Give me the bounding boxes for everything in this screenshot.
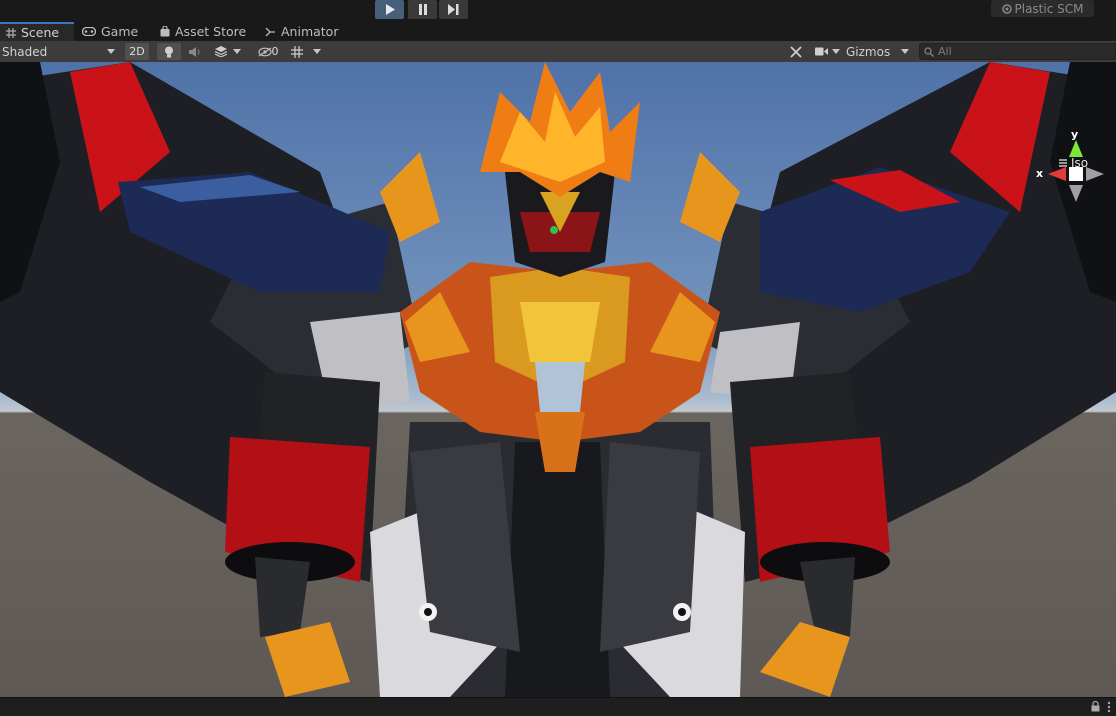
tab-scene[interactable]: Scene bbox=[0, 22, 74, 41]
menu-lines-icon bbox=[1059, 159, 1067, 167]
search-icon bbox=[924, 46, 934, 57]
chevron-down-icon bbox=[233, 49, 241, 54]
step-icon bbox=[448, 4, 459, 15]
step-button[interactable] bbox=[439, 0, 468, 19]
scene-toolbar: Shaded 2D 0 Gizmos All bbox=[0, 41, 1116, 63]
lock-icon[interactable] bbox=[1091, 701, 1100, 712]
gizmos-dropdown[interactable]: Gizmos bbox=[846, 43, 912, 60]
tab-label: Scene bbox=[21, 25, 60, 40]
robot-model bbox=[0, 62, 1116, 697]
editor-tab-bar: Scene Game Asset Store Animator bbox=[0, 22, 1116, 41]
toggle-2d-button[interactable]: 2D bbox=[125, 43, 149, 60]
pause-button[interactable] bbox=[408, 0, 437, 19]
animator-icon bbox=[265, 27, 275, 36]
shading-mode-dropdown[interactable]: Shaded bbox=[2, 43, 118, 60]
play-icon bbox=[385, 4, 395, 15]
orientation-gizmo[interactable]: y x bbox=[1030, 128, 1116, 210]
tab-game[interactable]: Game bbox=[82, 22, 154, 41]
scene-viewport[interactable]: y x Iso bbox=[0, 62, 1116, 697]
tab-asset-store[interactable]: Asset Store bbox=[160, 22, 250, 41]
tools-icon bbox=[790, 45, 802, 58]
gizmo-y-label: y bbox=[1071, 128, 1079, 141]
tools-button[interactable] bbox=[785, 43, 807, 60]
projection-toggle[interactable]: Iso bbox=[1059, 156, 1088, 170]
play-controls-bar: Plastic SCM bbox=[0, 0, 1116, 22]
lightbulb-icon bbox=[165, 46, 173, 57]
audio-toggle[interactable] bbox=[183, 43, 207, 60]
hidden-eye-icon bbox=[257, 47, 272, 56]
search-placeholder: All bbox=[938, 45, 952, 58]
effects-dropdown[interactable] bbox=[209, 43, 247, 60]
plastic-scm-icon bbox=[1001, 3, 1012, 14]
tab-label: Asset Store bbox=[175, 24, 247, 39]
scene-visibility-toggle[interactable]: 0 bbox=[254, 43, 282, 60]
grid-snapping-dropdown[interactable] bbox=[286, 43, 326, 60]
chevron-down-icon bbox=[107, 49, 115, 54]
menu-dots-icon[interactable] bbox=[1107, 701, 1111, 713]
camera-settings-dropdown[interactable] bbox=[811, 43, 843, 60]
gamepad-icon bbox=[82, 27, 96, 36]
plastic-scm-button[interactable]: Plastic SCM bbox=[991, 0, 1094, 17]
speaker-icon bbox=[189, 46, 200, 57]
hidden-count: 0 bbox=[271, 45, 279, 58]
shading-mode-value: Shaded bbox=[2, 44, 48, 59]
tab-label: Game bbox=[101, 24, 139, 39]
status-bar bbox=[0, 697, 1116, 716]
toggle-2d-label: 2D bbox=[129, 45, 145, 58]
chevron-down-icon bbox=[901, 49, 909, 54]
projection-label: Iso bbox=[1071, 156, 1089, 170]
shopping-bag-icon bbox=[160, 26, 170, 37]
pause-icon bbox=[418, 4, 427, 15]
gizmos-label: Gizmos bbox=[846, 44, 891, 59]
scene-grid-icon bbox=[6, 27, 16, 38]
chevron-down-icon bbox=[831, 49, 840, 54]
plastic-scm-label: Plastic SCM bbox=[1014, 1, 1084, 16]
tab-label: Animator bbox=[281, 24, 339, 39]
layers-icon bbox=[215, 46, 227, 57]
scene-search-input[interactable]: All bbox=[919, 43, 1116, 60]
play-button[interactable] bbox=[375, 0, 404, 19]
lighting-toggle[interactable] bbox=[157, 43, 181, 60]
chevron-down-icon bbox=[313, 49, 321, 54]
tab-animator[interactable]: Animator bbox=[265, 22, 343, 41]
gizmo-x-label: x bbox=[1036, 167, 1044, 180]
grid-icon bbox=[291, 45, 303, 58]
camera-icon bbox=[814, 47, 828, 56]
